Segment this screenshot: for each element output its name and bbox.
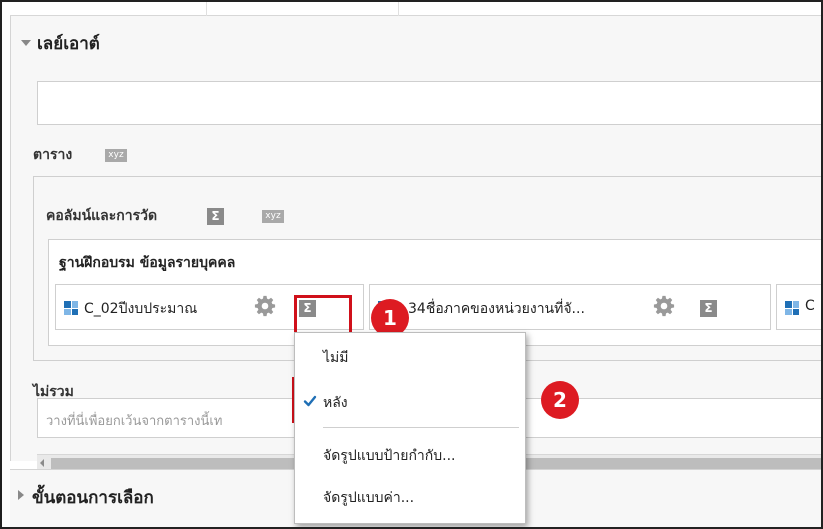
- column-label: _34ชื่อภาคของหน่วยงานที่จั...: [401, 301, 585, 317]
- screenshot-frame: เลย์เอาต์ ตาราง xyz คอลัมน์และการวัด Σ x…: [0, 0, 823, 529]
- menu-item-format-values[interactable]: จัดรูปแบบค่า...: [295, 481, 527, 511]
- menu-item-label: ไม่มี: [323, 350, 349, 366]
- collapse-triangle-icon[interactable]: [21, 40, 31, 46]
- gear-icon[interactable]: [653, 295, 675, 317]
- column-label: C: [805, 298, 815, 314]
- layout-drop-area[interactable]: [37, 81, 821, 125]
- exclude-hint: วางที่นี่เพื่อยกเว้นจากตารางนี้เท: [46, 414, 223, 429]
- xyz-badge-icon[interactable]: xyz: [262, 210, 284, 223]
- table-label: ตาราง: [33, 147, 73, 163]
- step-marker-2: 2: [541, 381, 579, 419]
- layout-title: เลย์เอาต์: [37, 34, 100, 54]
- gear-icon[interactable]: [254, 295, 276, 317]
- selection-steps-title: ขั้นตอนการเลือก: [32, 488, 154, 508]
- columns-measures-label: คอลัมน์และการวัด: [46, 208, 158, 224]
- column-chip[interactable]: _34ชื่อภาคของหน่วยงานที่จั... Σ: [369, 284, 771, 330]
- column-grid-icon: [785, 301, 799, 315]
- column-chip[interactable]: C: [776, 284, 821, 330]
- group-title: ฐานฝึกอบรม ข้อมูลรายบุคคล: [59, 255, 236, 271]
- expand-triangle-icon[interactable]: [18, 490, 24, 500]
- top-tab-strip: [10, 2, 821, 16]
- tab-divider: [206, 2, 207, 16]
- menu-item-label: หลัง: [323, 395, 348, 411]
- checkmark-icon: [303, 395, 317, 407]
- tab-divider: [398, 2, 399, 16]
- column-group-box: ฐานฝึกอบรม ข้อมูลรายบุคคล C_02ปีงบประมาณ…: [48, 239, 821, 346]
- menu-separator: [323, 427, 519, 428]
- sigma-icon[interactable]: Σ: [700, 300, 717, 317]
- sigma-icon[interactable]: Σ: [207, 208, 224, 225]
- menu-item-after[interactable]: หลัง: [295, 386, 527, 416]
- xyz-badge-icon[interactable]: xyz: [105, 149, 127, 162]
- menu-item-format-labels[interactable]: จัดรูปแบบป้ายกำกับ...: [295, 439, 527, 469]
- layout-header[interactable]: เลย์เอาต์: [11, 16, 821, 72]
- column-label: C_02ปีงบประมาณ: [84, 301, 198, 317]
- sigma-context-menu: ไม่มี หลัง จัดรูปแบบป้ายกำกับ... จัดรูปแ…: [294, 332, 526, 524]
- menu-item-label: จัดรูปแบบค่า...: [323, 490, 415, 506]
- menu-item-none[interactable]: ไม่มี: [295, 341, 527, 371]
- column-grid-icon: [64, 301, 78, 315]
- scroll-left-arrow-icon[interactable]: [40, 459, 44, 467]
- menu-item-label: จัดรูปแบบป้ายกำกับ...: [323, 448, 456, 464]
